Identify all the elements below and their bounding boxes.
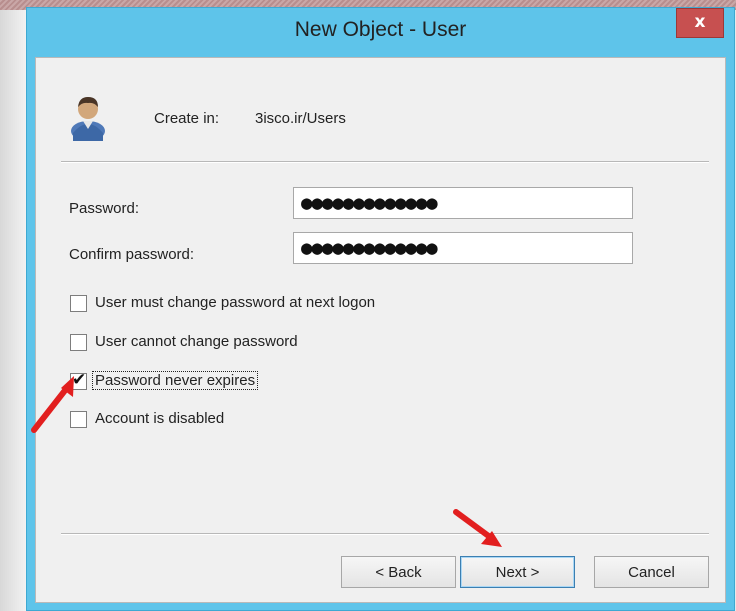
user-icon: [71, 97, 105, 141]
close-button[interactable]: x: [676, 8, 724, 38]
new-object-user-dialog: New Object - User x Create in: 3isco.ir/…: [26, 7, 735, 611]
cancel-button[interactable]: Cancel: [594, 556, 709, 588]
confirm-password-label: Confirm password:: [69, 246, 195, 263]
dialog-content: Create in: 3isco.ir/Users Password: ●●●●…: [35, 57, 726, 603]
password-label: Password:: [69, 200, 140, 217]
create-in-label: Create in:: [154, 110, 220, 127]
account-disabled-checkbox[interactable]: [70, 411, 87, 428]
divider: [61, 533, 709, 535]
password-input[interactable]: ●●●●●●●●●●●●●: [293, 187, 633, 219]
background-panel: [0, 10, 26, 611]
account-disabled-label: Account is disabled: [95, 410, 225, 427]
password-never-expires-checkbox[interactable]: ✔: [70, 370, 87, 390]
password-never-expires-label: Password never expires: [91, 371, 259, 390]
must-change-password-label: User must change password at next logon: [95, 294, 376, 311]
checkmark-icon: ✔: [72, 370, 87, 390]
back-button[interactable]: < Back: [341, 556, 456, 588]
cannot-change-password-label: User cannot change password: [95, 333, 298, 350]
confirm-password-input[interactable]: ●●●●●●●●●●●●●: [293, 232, 633, 264]
cannot-change-password-checkbox[interactable]: [70, 334, 87, 351]
create-in-path: 3isco.ir/Users: [255, 110, 346, 127]
next-button[interactable]: Next >: [460, 556, 575, 588]
divider: [61, 161, 709, 163]
window-title: New Object - User: [294, 18, 467, 41]
must-change-password-checkbox[interactable]: [70, 295, 87, 312]
